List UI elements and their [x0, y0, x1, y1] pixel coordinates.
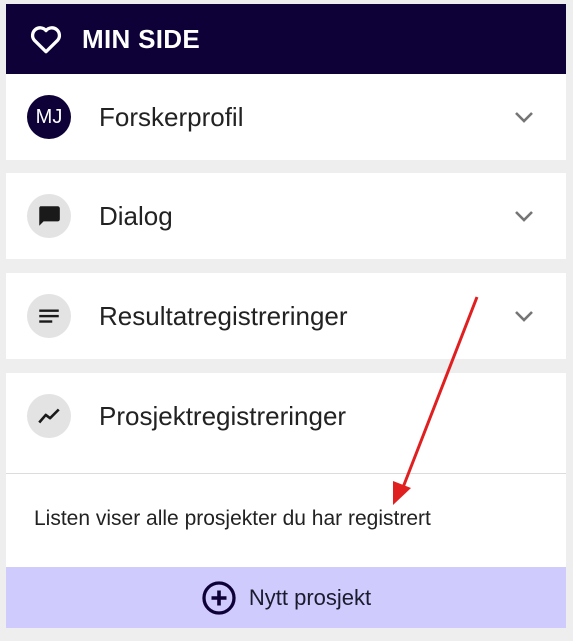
annotation-arrow — [393, 296, 479, 505]
